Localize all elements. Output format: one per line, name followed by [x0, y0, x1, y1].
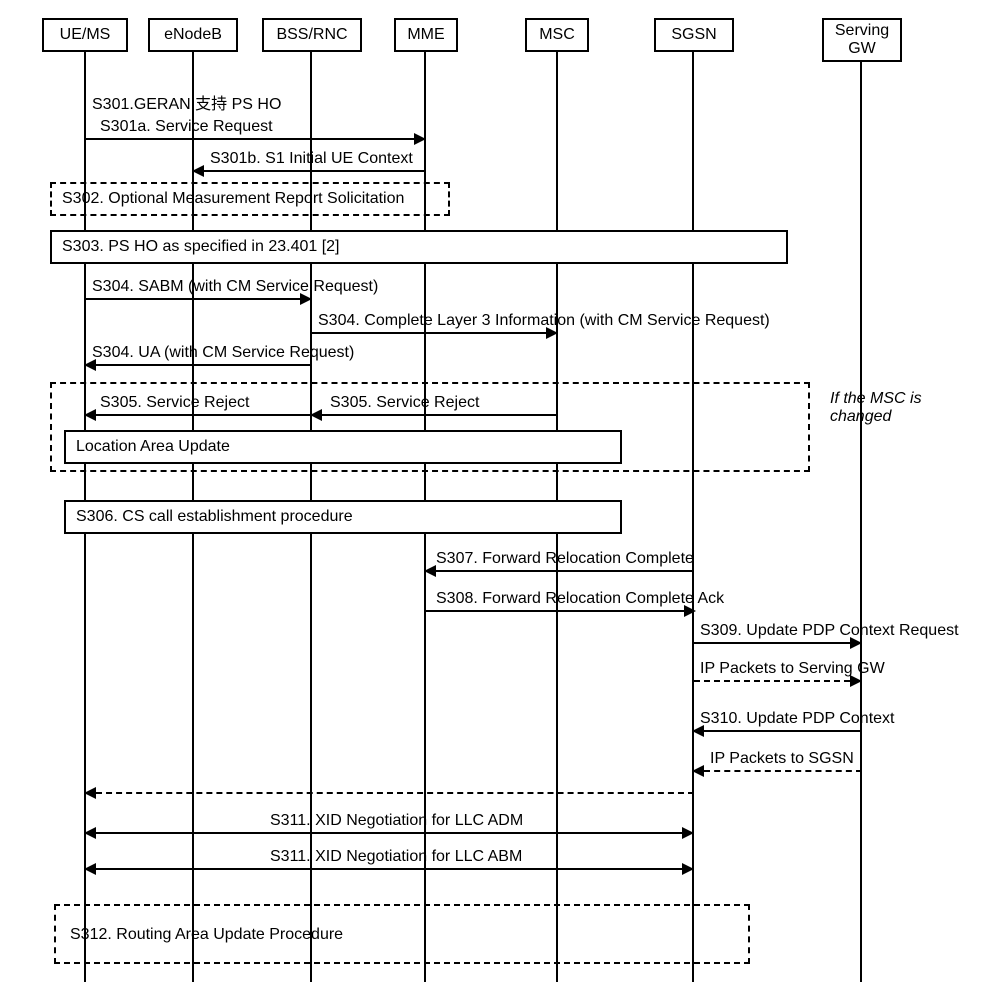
- msg-s303: S303. PS HO as specified in 23.401 [2]: [62, 238, 340, 255]
- msg-s309: S309. Update PDP Context Request: [700, 622, 959, 640]
- arrow-s305-msc-bss: [322, 414, 558, 416]
- lifeline-enodeb-label: eNodeB: [164, 26, 222, 43]
- msg-ip-sgsn: IP Packets to SGSN: [710, 750, 854, 768]
- msg-s312: S312. Routing Area Update Procedure: [70, 926, 343, 943]
- lifeline-bss-label: BSS/RNC: [276, 26, 347, 43]
- msg-msc-changed: If the MSC is changed: [830, 390, 970, 426]
- box-s303: S303. PS HO as specified in 23.401 [2]: [50, 230, 788, 264]
- lifeline-sgw: Serving GW: [822, 18, 902, 62]
- arrowhead-s305-bss-ue: [84, 409, 96, 421]
- arrowhead-s311a-l: [84, 827, 96, 839]
- arrowhead-s311b-l: [84, 863, 96, 875]
- arrow-s307: [436, 570, 694, 572]
- arrow-s309: [694, 642, 850, 644]
- arrowhead-s311b-r: [682, 863, 694, 875]
- arrow-ip-dashed-long: [96, 792, 694, 794]
- arrowhead-s301a: [414, 133, 426, 145]
- arrow-s305-bss-ue: [96, 414, 312, 416]
- arrowhead-ip-dashed-left: [84, 787, 96, 799]
- msg-s305b: S305. Service Reject: [330, 394, 479, 412]
- arrow-s304c: [96, 364, 312, 366]
- msg-s301a: S301a. Service Request: [100, 118, 273, 136]
- msg-s304b: S304. Complete Layer 3 Information (with…: [318, 312, 770, 330]
- lifeline-sgsn-label: SGSN: [671, 26, 716, 43]
- msg-s304a: S304. SABM (with CM Service Request): [92, 278, 378, 296]
- lifeline-msc-label: MSC: [539, 26, 575, 43]
- box-s312: S312. Routing Area Update Procedure: [54, 904, 750, 964]
- arrow-s311a: [96, 832, 682, 834]
- msg-s308: S308. Forward Relocation Complete Ack: [436, 590, 724, 608]
- arrowhead-s307: [424, 565, 436, 577]
- msg-s306: S306. CS call establishment procedure: [76, 508, 353, 525]
- msg-s305a: S305. Service Reject: [100, 394, 249, 412]
- msg-lau: Location Area Update: [76, 438, 230, 455]
- arrow-s304a: [86, 298, 300, 300]
- msg-s302: S302. Optional Measurement Report Solici…: [62, 190, 404, 207]
- msg-s311b: S311. XID Negotiation for LLC ABM: [270, 848, 522, 866]
- sequence-diagram: UE/MS eNodeB BSS/RNC MME MSC SGSN Servin…: [10, 10, 980, 990]
- lifeline-mme: MME: [394, 18, 458, 52]
- lifeline-enodeb: eNodeB: [148, 18, 238, 52]
- lifeline-bss: BSS/RNC: [262, 18, 362, 52]
- arrow-s311b: [96, 868, 682, 870]
- arrow-s301b: [204, 170, 426, 172]
- box-s306: S306. CS call establishment procedure: [64, 500, 622, 534]
- arrow-ip-sgw: [694, 680, 850, 682]
- lifeline-ue-label: UE/MS: [60, 26, 111, 43]
- msg-s310: S310. Update PDP Context: [700, 710, 895, 728]
- msg-ip-sgw: IP Packets to Serving GW: [700, 660, 885, 678]
- arrow-s301a: [86, 138, 414, 140]
- msg-s307: S307. Forward Relocation Complete: [436, 550, 694, 568]
- msg-s311a: S311. XID Negotiation for LLC ADM: [270, 812, 523, 830]
- arrow-s308: [426, 610, 684, 612]
- box-lau: Location Area Update: [64, 430, 622, 464]
- msg-s304c: S304. UA (with CM Service Request): [92, 344, 354, 362]
- arrow-s304b: [312, 332, 546, 334]
- lifeline-sgsn: SGSN: [654, 18, 734, 52]
- lifeline-mme-label: MME: [407, 26, 444, 43]
- arrow-s310: [704, 730, 862, 732]
- msg-s301: S301.GERAN 支持 PS HO: [92, 90, 281, 114]
- arrowhead-s311a-r: [682, 827, 694, 839]
- arrow-ip-sgsn: [704, 770, 862, 772]
- arrowhead-s301b: [192, 165, 204, 177]
- box-s302: S302. Optional Measurement Report Solici…: [50, 182, 450, 216]
- arrowhead-ip-sgsn: [692, 765, 704, 777]
- lifeline-line-sgsn: [692, 52, 694, 982]
- msg-s301b: S301b. S1 Initial UE Context: [210, 150, 413, 168]
- lifeline-msc: MSC: [525, 18, 589, 52]
- lifeline-line-sgw: [860, 60, 862, 982]
- lifeline-ue: UE/MS: [42, 18, 128, 52]
- lifeline-sgw-label: Serving GW: [835, 22, 889, 57]
